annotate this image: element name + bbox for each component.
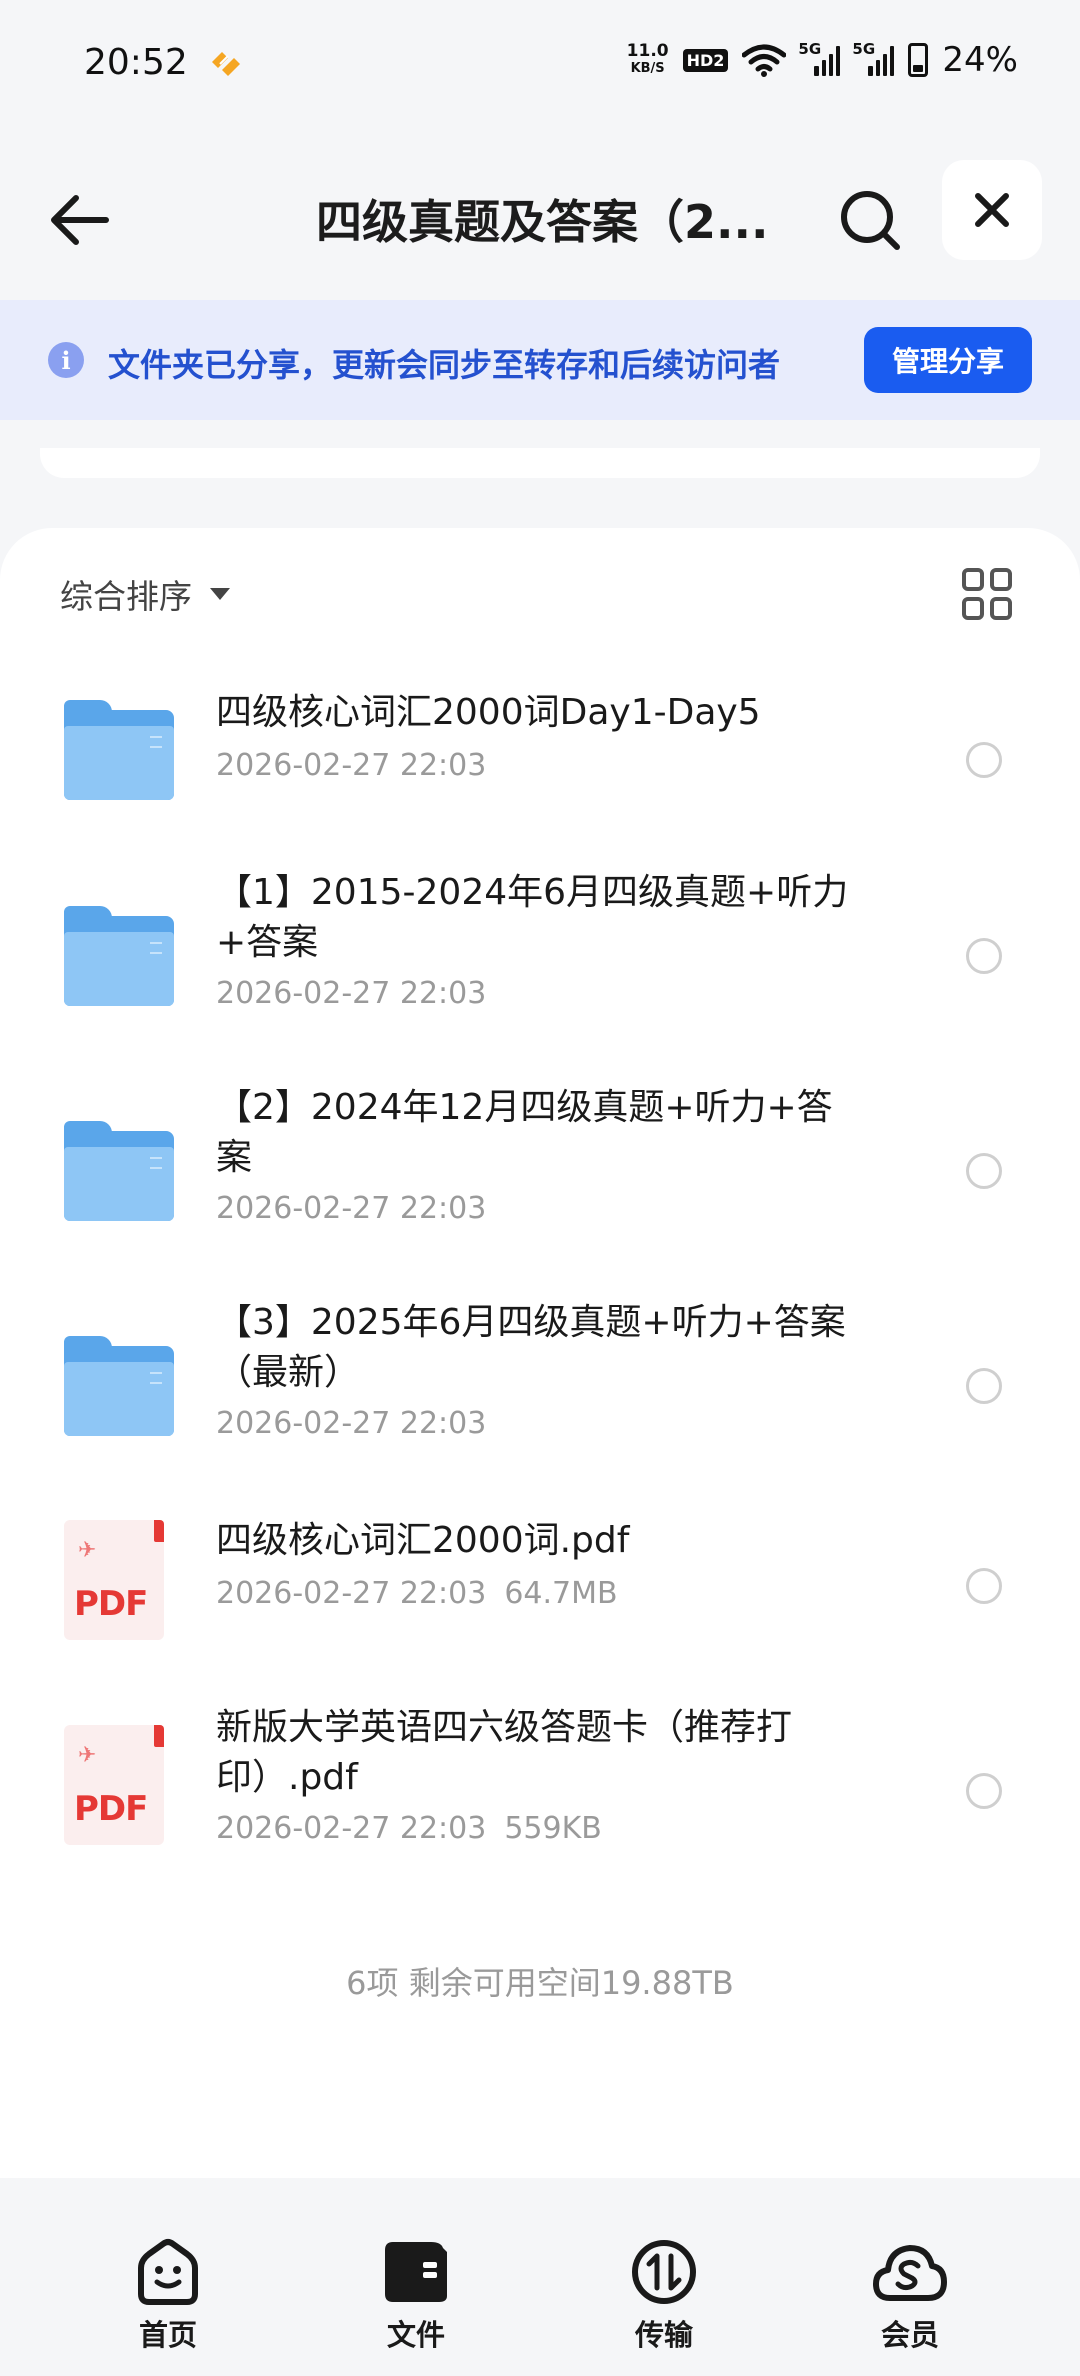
select-checkbox[interactable] xyxy=(966,1153,1002,1189)
close-button[interactable] xyxy=(942,160,1042,260)
file-date: 2026-02-27 22:03 xyxy=(216,976,487,1011)
tab-home[interactable]: 首页 xyxy=(108,2238,228,2354)
tab-home-label: 首页 xyxy=(138,2318,197,2352)
select-checkbox[interactable] xyxy=(966,1568,1002,1604)
sort-dropdown[interactable]: 综合排序 xyxy=(60,570,230,618)
file-meta: 2026-02-27 22:03 xyxy=(216,1406,486,1441)
file-list: 四级核心词汇2000词Day1-Day5 2026-02-27 22:03 【1… xyxy=(0,668,1080,1893)
select-checkbox[interactable] xyxy=(966,938,1002,974)
list-item[interactable]: 【3】2025年6月四级真题+听力+答案（最新） 2026-02-27 22:0… xyxy=(0,1288,1080,1488)
cell-signal-icon-2: 5G xyxy=(852,40,895,76)
folder-icon xyxy=(64,700,174,800)
manage-share-button[interactable]: 管理分享 xyxy=(864,327,1032,393)
file-list-card: 综合排序 四级核心词汇2000词Day1-Day5 2026-02-27 22:… xyxy=(0,528,1080,2178)
file-meta: 2026-02-27 22:03 xyxy=(216,1191,486,1226)
search-button[interactable] xyxy=(830,180,910,260)
file-size: 559KB xyxy=(504,1811,602,1846)
file-meta: 2026-02-27 22:03 64.7MB xyxy=(216,1576,618,1611)
file-name: 四级核心词汇2000词.pdf xyxy=(216,1520,630,1561)
battery-percent: 24% xyxy=(942,40,1018,80)
list-item[interactable]: ✈ PDF 四级核心词汇2000词.pdf 2026-02-27 22:03 64… xyxy=(0,1488,1080,1693)
home-face-icon xyxy=(138,2239,198,2305)
file-name: 新版大学英语四六级答题卡（推荐打印）.pdf xyxy=(216,1707,793,1798)
folder-icon xyxy=(64,1336,174,1436)
pdf-file-icon: ✈ PDF xyxy=(64,1520,164,1640)
close-icon xyxy=(975,193,1009,227)
file-date: 2026-02-27 22:03 xyxy=(216,748,487,783)
page-title: 四级真题及答案（2... xyxy=(316,195,769,249)
caret-down-icon xyxy=(210,588,230,600)
info-icon: i xyxy=(48,342,84,378)
tab-member[interactable]: 会员 xyxy=(850,2238,970,2354)
share-banner-message: 文件夹已分享，更新会同步至转存和后续访问者 xyxy=(108,346,781,384)
file-meta: 2026-02-27 22:03 559KB xyxy=(216,1811,602,1846)
file-meta: 2026-02-27 22:03 xyxy=(216,748,486,783)
file-date: 2026-02-27 22:03 xyxy=(216,1576,487,1611)
back-button[interactable] xyxy=(44,184,116,256)
back-arrow-icon xyxy=(51,195,109,245)
list-item[interactable]: ✈ PDF 新版大学英语四六级答题卡（推荐打印）.pdf 2026-02-27 … xyxy=(0,1693,1080,1893)
file-meta: 2026-02-27 22:03 xyxy=(216,976,486,1011)
tab-files[interactable]: 文件 xyxy=(356,2238,476,2354)
status-bar: 20:52 11.0 KB/S HD2 5G 5G 24% xyxy=(0,0,1080,130)
select-checkbox[interactable] xyxy=(966,1773,1002,1809)
network-speed: 11.0 KB/S xyxy=(627,43,669,77)
status-time: 20:52 xyxy=(84,42,188,83)
file-date: 2026-02-27 22:03 xyxy=(216,1811,487,1846)
wifi-icon xyxy=(742,44,787,77)
pdf-badge: PDF xyxy=(74,1789,148,1829)
screen: 20:52 11.0 KB/S HD2 5G 5G 24% 四级真题及答案（2.… xyxy=(0,0,1080,2376)
transfer-icon xyxy=(632,2240,696,2304)
storage-summary: 6项 剩余可用空间19.88TB xyxy=(346,1964,734,2002)
search-icon xyxy=(841,191,900,250)
tab-transfer-label: 传输 xyxy=(634,2318,693,2352)
sort-label: 综合排序 xyxy=(60,577,192,616)
network-speed-value: 11.0 xyxy=(626,41,669,61)
tab-files-label: 文件 xyxy=(386,2318,445,2352)
tab-transfer[interactable]: 传输 xyxy=(604,2238,724,2354)
pdf-badge: PDF xyxy=(74,1584,148,1624)
select-checkbox[interactable] xyxy=(966,742,1002,778)
list-item[interactable]: 【2】2024年12月四级真题+听力+答案 2026-02-27 22:03 xyxy=(0,1073,1080,1288)
file-date: 2026-02-27 22:03 xyxy=(216,1191,487,1226)
file-name: 【1】2015-2024年6月四级真题+听力+答案 xyxy=(216,872,849,963)
file-name: 四级核心词汇2000词Day1-Day5 xyxy=(216,692,761,733)
file-size: 64.7MB xyxy=(504,1576,618,1611)
grid-view-icon[interactable] xyxy=(962,568,1014,620)
file-name: 【3】2025年6月四级真题+听力+答案（最新） xyxy=(216,1302,846,1393)
cell-signal-icon: 5G xyxy=(798,40,841,76)
header-bar: 四级真题及答案（2... xyxy=(0,160,1080,300)
signal-2-label: 5G xyxy=(852,40,876,58)
folder-icon xyxy=(64,1121,174,1221)
hd-voice-badge: HD2 xyxy=(682,48,729,72)
tab-member-label: 会员 xyxy=(880,2318,939,2352)
share-banner: i 文件夹已分享，更新会同步至转存和后续访问者 管理分享 xyxy=(0,300,1080,420)
select-checkbox[interactable] xyxy=(966,1368,1002,1404)
battery-icon xyxy=(908,43,929,77)
folder-icon xyxy=(64,906,174,1006)
notification-app-icon xyxy=(212,52,240,76)
folder-filled-icon xyxy=(385,2242,447,2302)
bottom-nav: 首页 文件 传输 会员 xyxy=(0,2200,1080,2376)
file-date: 2026-02-27 22:03 xyxy=(216,1406,487,1441)
status-indicators: 11.0 KB/S HD2 5G 5G 24% xyxy=(627,40,1018,80)
pdf-file-icon: ✈ PDF xyxy=(64,1725,164,1845)
network-speed-unit: KB/S xyxy=(630,61,665,76)
list-item[interactable]: 四级核心词汇2000词Day1-Day5 2026-02-27 22:03 xyxy=(0,668,1080,858)
collapsed-panel-edge xyxy=(40,448,1040,478)
list-item[interactable]: 【1】2015-2024年6月四级真题+听力+答案 2026-02-27 22:… xyxy=(0,858,1080,1073)
file-name: 【2】2024年12月四级真题+听力+答案 xyxy=(216,1087,833,1178)
cloud-member-icon xyxy=(873,2245,947,2301)
signal-1-label: 5G xyxy=(798,40,822,58)
